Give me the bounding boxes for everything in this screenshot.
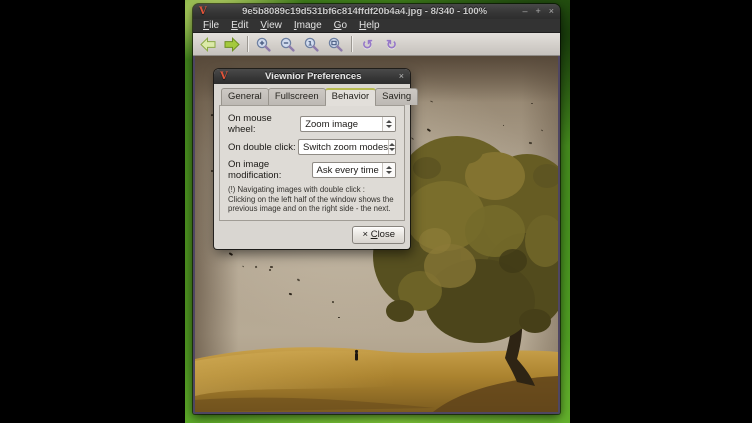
pref-row-image-modification: On image modification: Ask every time (228, 159, 396, 181)
zoom-fit-button[interactable] (327, 36, 344, 53)
tab-bar: General Fullscreen Behavior Saving (221, 88, 405, 105)
menu-go[interactable]: Go (328, 19, 353, 32)
svg-text:1: 1 (308, 39, 313, 47)
window-title: 9e5b8089c19d531bf6c814ffdf20b4a4.jpg - 8… (207, 6, 523, 17)
spinner-icon (382, 163, 395, 177)
zoom-fit-icon (328, 37, 343, 52)
zoom-normal-icon: 1 (304, 37, 319, 52)
rotate-right-button[interactable]: ↻ (383, 36, 400, 53)
desktop: V 9e5b8089c19d531bf6c814ffdf20b4a4.jpg -… (0, 0, 752, 423)
person-figure (355, 350, 358, 361)
tab-saving[interactable]: Saving (375, 88, 418, 105)
menu-edit[interactable]: Edit (225, 19, 254, 32)
dialog-body: General Fullscreen Behavior Saving On mo… (214, 84, 410, 249)
close-button[interactable]: × (549, 7, 554, 16)
pref-row-mouse-wheel: On mouse wheel: Zoom image (228, 113, 396, 135)
menu-help[interactable]: Help (353, 19, 386, 32)
zoom-in-button[interactable] (255, 36, 272, 53)
behavior-tab-page: On mouse wheel: Zoom image On double cli… (219, 105, 405, 221)
menu-image[interactable]: Image (288, 19, 328, 32)
toolbar-separator (351, 36, 352, 52)
rotate-left-icon: ↺ (362, 38, 373, 51)
maximize-button[interactable]: + (535, 7, 540, 16)
dialog-titlebar[interactable]: V Viewnior Preferences × (214, 69, 410, 84)
zoom-out-button[interactable] (279, 36, 296, 53)
dialog-title: Viewnior Preferences (228, 71, 399, 82)
tab-fullscreen[interactable]: Fullscreen (268, 88, 326, 105)
rotate-right-icon: ↻ (386, 38, 397, 51)
window-titlebar[interactable]: V 9e5b8089c19d531bf6c814ffdf20b4a4.jpg -… (193, 4, 560, 19)
rotate-left-button[interactable]: ↺ (359, 36, 376, 53)
arrow-left-icon (200, 37, 216, 52)
arrow-right-icon (224, 37, 240, 52)
double-click-label: On double click: (228, 142, 296, 153)
next-image-button[interactable] (223, 36, 240, 53)
spinner-icon (388, 140, 395, 154)
dialog-button-row: × Close (219, 226, 405, 244)
pref-row-double-click: On double click: Switch zoom modes (228, 139, 396, 155)
previous-image-button[interactable] (199, 36, 216, 53)
viewnior-logo-icon: V (220, 72, 228, 82)
zoom-in-icon (256, 37, 271, 52)
spinner-icon (382, 117, 395, 131)
toolbar-separator (247, 36, 248, 52)
menu-view[interactable]: View (254, 19, 288, 32)
zoom-out-icon (280, 37, 295, 52)
tab-general[interactable]: General (221, 88, 269, 105)
double-click-select[interactable]: Switch zoom modes (298, 139, 396, 155)
minimize-button[interactable]: – (522, 7, 527, 16)
mouse-wheel-label: On mouse wheel: (228, 113, 300, 135)
image-modification-select[interactable]: Ask every time (312, 162, 397, 178)
image-modification-label: On image modification: (228, 159, 312, 181)
tab-behavior[interactable]: Behavior (325, 88, 377, 105)
dialog-close-action-button[interactable]: × Close (352, 226, 405, 244)
toolbar: 1 ↺ ↻ (193, 32, 560, 56)
viewnior-logo-icon: V (199, 7, 207, 17)
dialog-close-button[interactable]: × (399, 72, 404, 81)
zoom-normal-button[interactable]: 1 (303, 36, 320, 53)
menubar: File Edit View Image Go Help (193, 19, 560, 32)
double-click-note: (!) Navigating images with double click … (228, 185, 396, 214)
menu-file[interactable]: File (197, 19, 225, 32)
mouse-wheel-select[interactable]: Zoom image (300, 116, 396, 132)
preferences-dialog: V Viewnior Preferences × General Fullscr… (214, 69, 410, 249)
